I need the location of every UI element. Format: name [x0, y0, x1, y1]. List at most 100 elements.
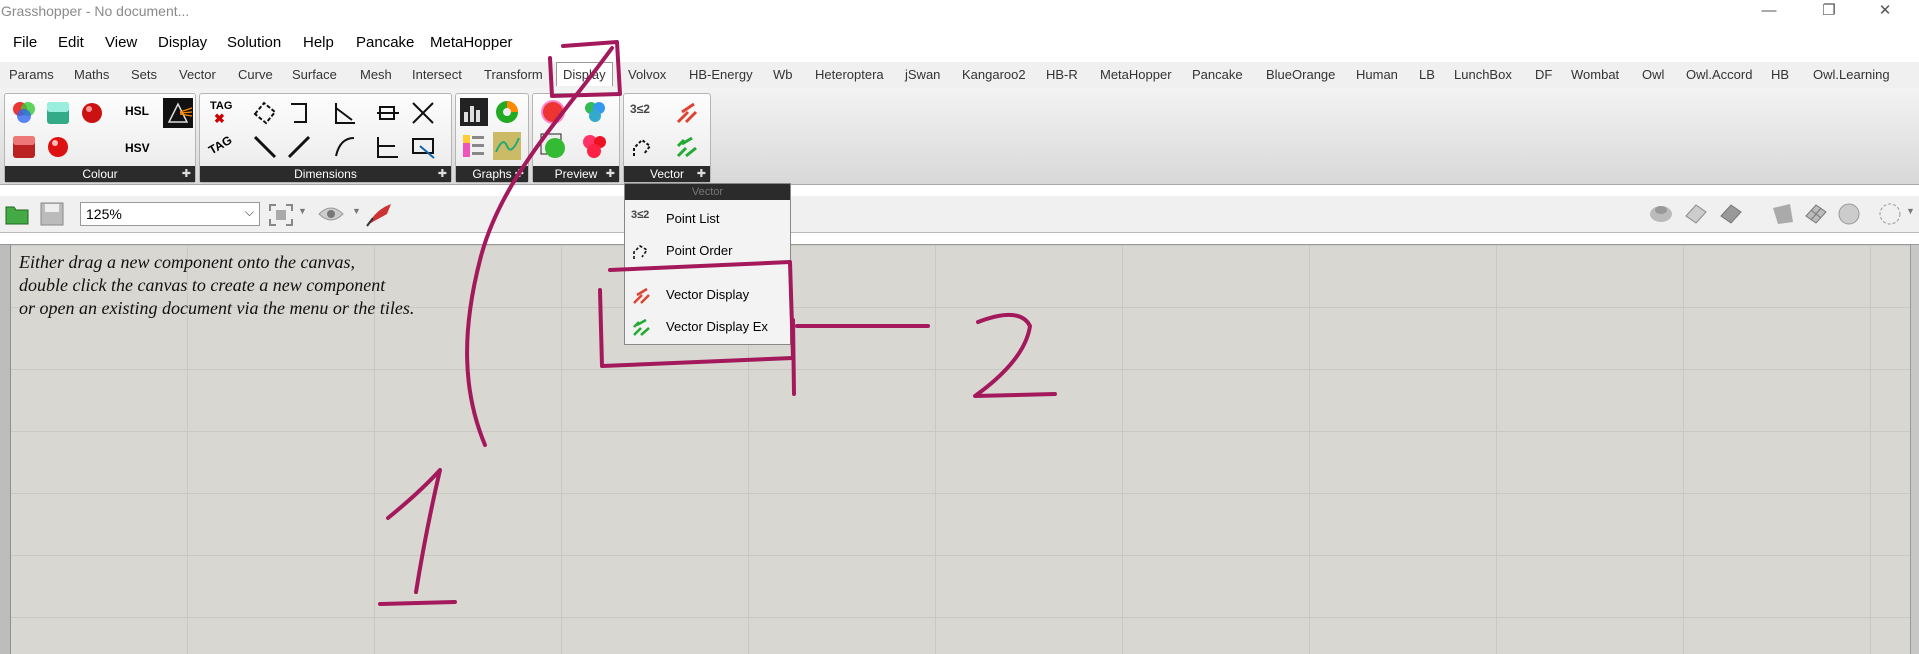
save-icon[interactable] — [40, 202, 64, 226]
tab-kangaroo2[interactable]: Kangaroo2 — [962, 67, 1026, 82]
dimension-box-icon[interactable] — [375, 100, 401, 126]
tag-rotated-icon[interactable]: TAG — [206, 133, 234, 157]
tab-wb[interactable]: Wb — [773, 67, 793, 82]
dimension-frame-icon[interactable] — [410, 134, 436, 160]
tab-hb-r[interactable]: HB-R — [1046, 67, 1078, 82]
preview-sphere-icon[interactable] — [1836, 202, 1862, 226]
colour-prism-icon[interactable] — [163, 98, 193, 128]
hsv-label[interactable]: HSV — [125, 141, 150, 155]
zoom-value: 125% — [86, 206, 122, 222]
tab-owl-learning[interactable]: Owl.Learning — [1813, 67, 1890, 82]
tab-blueorange[interactable]: BlueOrange — [1266, 67, 1335, 82]
tab-mesh[interactable]: Mesh — [360, 67, 392, 82]
preview-shaded-icon[interactable] — [1718, 202, 1744, 226]
tab-curve[interactable]: Curve — [238, 67, 273, 82]
dimension-cross-icon[interactable] — [410, 100, 436, 126]
preview-off-icon[interactable] — [1648, 202, 1674, 226]
dimension-radius-icon[interactable] — [332, 100, 358, 126]
tab-params[interactable]: Params — [9, 67, 54, 82]
create-material-icon[interactable] — [539, 132, 567, 160]
dimension-ordinate-icon[interactable] — [375, 134, 401, 160]
histogram-icon[interactable] — [460, 98, 488, 126]
material-preview-icon[interactable] — [581, 98, 609, 126]
tab-hb[interactable]: HB — [1771, 67, 1789, 82]
tab-hb-energy[interactable]: HB-Energy — [689, 67, 753, 82]
tab-maths[interactable]: Maths — [74, 67, 109, 82]
tab-heteroptera[interactable]: Heteroptera — [815, 67, 884, 82]
menu-file[interactable]: File — [13, 34, 37, 51]
tab-human[interactable]: Human — [1356, 67, 1398, 82]
menu-view[interactable]: View — [105, 34, 137, 51]
menu-item-point-order[interactable]: Point Order — [625, 238, 790, 264]
point-list-icon[interactable]: 3≤2 — [630, 102, 650, 116]
expand-icon[interactable]: ✚ — [606, 167, 615, 181]
colour-sphere-icon[interactable] — [79, 100, 105, 126]
zoom-extents-icon[interactable] — [268, 203, 294, 227]
tab-vector[interactable]: Vector — [179, 67, 216, 82]
menu-help[interactable]: Help — [303, 34, 334, 51]
preview-selected-icon[interactable] — [1770, 202, 1796, 226]
tab-intersect[interactable]: Intersect — [412, 67, 462, 82]
point-order-icon[interactable] — [630, 134, 656, 160]
custom-preview-icon[interactable] — [539, 98, 567, 126]
menu-display[interactable]: Display — [158, 34, 207, 51]
selection-circle-icon[interactable] — [1877, 202, 1903, 226]
preview-mesh-icon[interactable] — [1803, 202, 1829, 226]
sketch-pen-icon[interactable] — [365, 200, 395, 228]
dropdown-arrow-icon[interactable]: ▼ — [1906, 206, 1915, 216]
tab-df[interactable]: DF — [1535, 67, 1552, 82]
menu-solution[interactable]: Solution — [227, 34, 281, 51]
tab-pancake[interactable]: Pancake — [1192, 67, 1243, 82]
menu-edit[interactable]: Edit — [58, 34, 84, 51]
colour-ball-icon[interactable] — [45, 134, 71, 160]
tab-surface[interactable]: Surface — [292, 67, 337, 82]
tab-volvox[interactable]: Volvox — [628, 67, 666, 82]
preview-wireframe-icon[interactable] — [1683, 202, 1709, 226]
tab-owl-accord[interactable]: Owl.Accord — [1686, 67, 1752, 82]
colour-box-icon[interactable] — [11, 134, 37, 160]
colour-swatch-icon[interactable] — [45, 100, 71, 126]
tab-display[interactable]: Display — [556, 62, 613, 86]
expand-icon[interactable]: ✚ — [438, 167, 447, 181]
graph-mapper-icon[interactable] — [493, 132, 521, 160]
hsl-label[interactable]: HSL — [125, 104, 149, 118]
dimension-angular-icon[interactable] — [252, 100, 278, 126]
dimension-aligned-icon[interactable] — [252, 134, 278, 160]
expand-icon[interactable]: ✚ — [515, 167, 524, 181]
restore-button[interactable]: ❐ — [1806, 0, 1852, 24]
tab-metahopper[interactable]: MetaHopper — [1100, 67, 1172, 82]
colour-wheel-icon[interactable] — [11, 100, 37, 126]
zoom-select[interactable]: 125% ⌵ — [80, 202, 260, 226]
tab-lb[interactable]: LB — [1419, 67, 1435, 82]
legend-icon[interactable] — [460, 132, 488, 160]
tab-jswan[interactable]: jSwan — [905, 67, 940, 82]
expand-icon[interactable]: ✚ — [697, 167, 706, 181]
tab-owl[interactable]: Owl — [1642, 67, 1664, 82]
tag-delete-icon[interactable]: ✖ — [214, 111, 225, 127]
expand-icon[interactable]: ✚ — [182, 167, 191, 181]
dimension-arc-icon[interactable] — [332, 134, 358, 160]
pie-graph-icon[interactable] — [493, 98, 521, 126]
menu-pancake[interactable]: Pancake — [356, 34, 414, 51]
cloud-display-icon[interactable] — [581, 132, 609, 160]
tab-sets[interactable]: Sets — [131, 67, 157, 82]
dimension-linear-icon[interactable] — [286, 100, 312, 126]
menu-item-point-list[interactable]: 3≤2 Point List — [625, 206, 790, 232]
canvas[interactable]: Either drag a new component onto the can… — [0, 244, 1919, 654]
close-button[interactable]: ✕ — [1862, 0, 1908, 24]
vector-display-ex-icon[interactable] — [674, 134, 700, 160]
menu-item-vector-display-ex[interactable]: Vector Display Ex — [625, 314, 790, 340]
tab-lunchbox[interactable]: LunchBox — [1454, 67, 1512, 82]
tab-wombat[interactable]: Wombat — [1571, 67, 1619, 82]
minimize-button[interactable]: — — [1746, 0, 1792, 24]
eye-icon[interactable] — [317, 204, 345, 224]
dropdown-arrow-icon[interactable]: ▼ — [352, 206, 361, 216]
dimension-diagonal-icon[interactable] — [286, 134, 312, 160]
open-folder-icon[interactable] — [5, 203, 29, 225]
tab-transform[interactable]: Transform — [484, 67, 543, 82]
menu-item-vector-display[interactable]: Vector Display — [625, 282, 790, 308]
dropdown-arrow-icon[interactable]: ▼ — [298, 206, 307, 216]
menu-metahopper[interactable]: MetaHopper — [430, 34, 513, 51]
vector-display-icon[interactable] — [674, 100, 700, 126]
vector-display-icon — [633, 287, 650, 304]
